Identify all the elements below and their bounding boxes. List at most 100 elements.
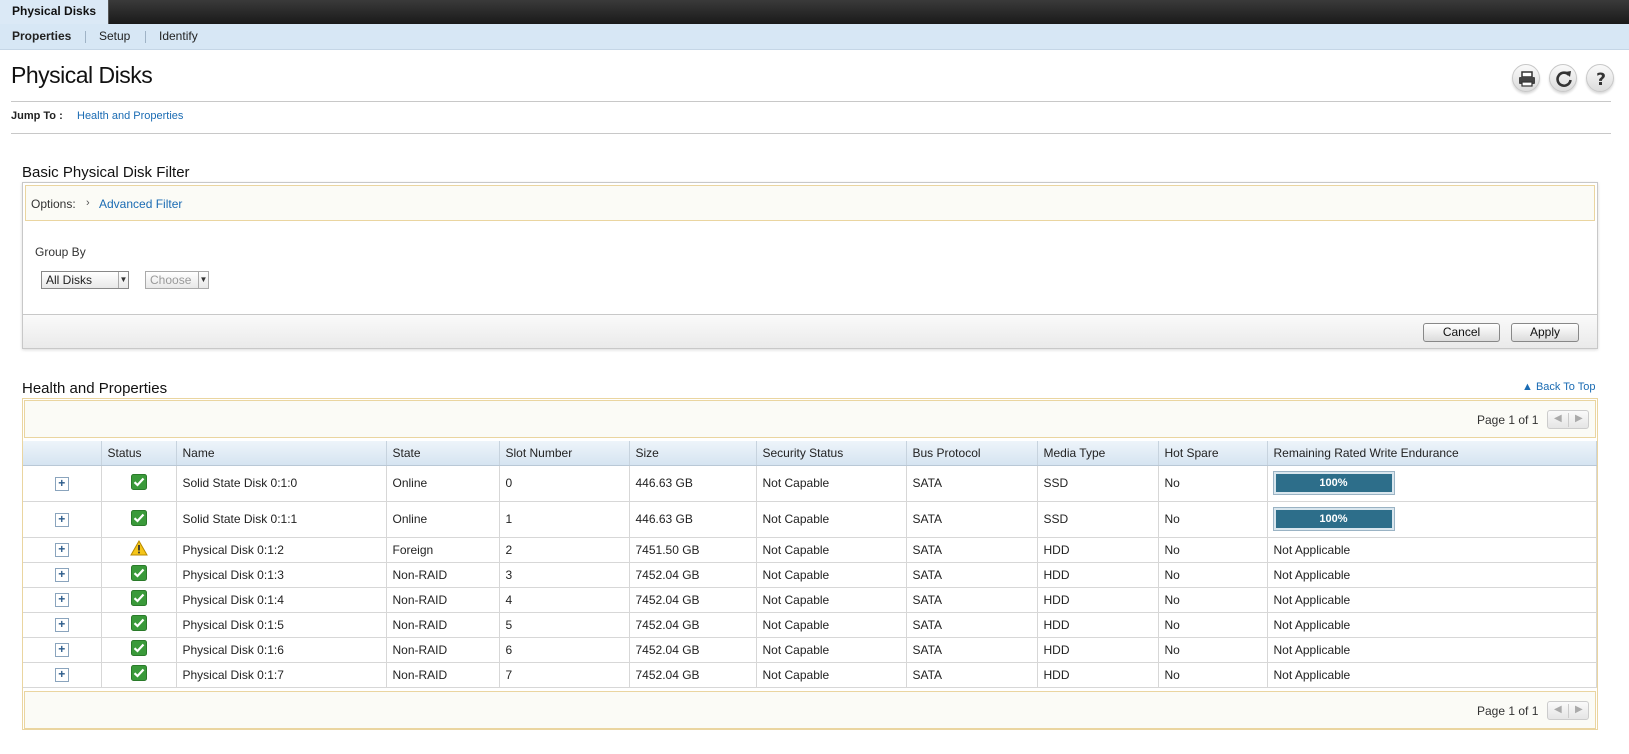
expand-icon[interactable]: +	[54, 668, 69, 682]
disk-state: Non-RAID	[386, 637, 500, 663]
column-header[interactable]: Status	[101, 441, 177, 466]
status-cell	[101, 501, 177, 538]
expand-cell: +	[23, 537, 102, 563]
hot-spare: No	[1158, 612, 1268, 638]
column-header[interactable]: Media Type	[1037, 441, 1159, 466]
column-header[interactable]: Remaining Rated Write Endurance	[1267, 441, 1597, 466]
svg-text:?: ?	[1596, 70, 1606, 89]
bus-protocol: SATA	[906, 562, 1038, 588]
disk-size: 446.63 GB	[629, 501, 757, 538]
hot-spare: No	[1158, 501, 1268, 538]
back-to-top-label: Back To Top	[1535, 381, 1596, 393]
endurance-value: Not Applicable	[1267, 612, 1597, 638]
endurance-progress-bar: 100%	[1272, 471, 1395, 495]
next-page-icon[interactable]: ▶	[1575, 413, 1583, 424]
disk-state: Online	[386, 501, 500, 538]
pager-bar-top: Page 1 of 1 ◀ ▶	[24, 400, 1596, 438]
media-type: HDD	[1037, 612, 1159, 638]
subnav-divider	[85, 31, 86, 43]
disk-name: Physical Disk 0:1:2	[176, 537, 387, 563]
disk-name: Physical Disk 0:1:6	[176, 637, 387, 663]
expand-icon[interactable]: +	[54, 543, 69, 557]
hot-spare: No	[1158, 537, 1268, 563]
column-header[interactable]: Hot Spare	[1158, 441, 1268, 466]
slot-number: 4	[499, 587, 630, 613]
column-header[interactable]: Bus Protocol	[906, 441, 1038, 466]
cancel-button[interactable]: Cancel	[1423, 323, 1500, 342]
slot-number: 0	[499, 465, 630, 502]
disk-state: Non-RAID	[386, 587, 500, 613]
subnav-item-properties[interactable]: Properties	[12, 24, 71, 49]
refresh-icon[interactable]	[1549, 64, 1577, 92]
status-cell	[101, 562, 177, 588]
options-label: Options:	[31, 197, 76, 211]
media-type: HDD	[1037, 587, 1159, 613]
column-header[interactable]: Name	[176, 441, 387, 466]
column-header-expand	[23, 441, 102, 466]
disk-size: 7452.04 GB	[629, 562, 757, 588]
security-status: Not Capable	[756, 612, 907, 638]
jump-to-label: Jump To :	[11, 110, 63, 122]
column-header[interactable]: Slot Number	[499, 441, 630, 466]
column-header[interactable]: Security Status	[756, 441, 907, 466]
prev-page-icon[interactable]: ◀	[1554, 413, 1562, 424]
table-row: + Physical Disk 0:1:5 Non-RAID 5 7452.04 GB N…	[23, 612, 1597, 638]
tab-physical-disks[interactable]: Physical Disks	[0, 0, 110, 25]
security-status: Not Capable	[756, 587, 907, 613]
endurance-value: Not Applicable	[1267, 637, 1597, 663]
security-status: Not Capable	[756, 537, 907, 563]
security-status: Not Capable	[756, 465, 907, 502]
choose-select[interactable]: Choose ▼	[145, 271, 209, 289]
disk-name: Physical Disk 0:1:3	[176, 562, 387, 588]
status-warning-icon	[129, 539, 148, 559]
security-status: Not Capable	[756, 662, 907, 688]
prev-page-icon[interactable]: ◀	[1554, 704, 1562, 715]
hot-spare: No	[1158, 587, 1268, 613]
expand-icon[interactable]: +	[54, 618, 69, 632]
disk-state: Foreign	[386, 537, 500, 563]
table-row: + Physical Disk 0:1:2 Foreign 2 7451.50 GB No…	[23, 537, 1597, 563]
status-ok-icon	[130, 590, 147, 609]
expand-icon[interactable]: +	[54, 512, 69, 527]
subnav-item-setup[interactable]: Setup	[99, 24, 130, 49]
table-header-row: Status Name State Slot Number Size Secur…	[23, 441, 1597, 466]
printer-icon[interactable]	[1512, 64, 1540, 92]
endurance-progress-bar: 100%	[1272, 507, 1395, 531]
help-icon[interactable]: ?	[1586, 64, 1614, 92]
expand-icon[interactable]: +	[54, 568, 69, 582]
table-row: + Physical Disk 0:1:7 Non-RAID 7 7452.04 GB N…	[23, 662, 1597, 688]
status-cell	[101, 465, 177, 502]
apply-button[interactable]: Apply	[1511, 323, 1579, 342]
disk-name: Physical Disk 0:1:7	[176, 662, 387, 688]
status-cell	[101, 587, 177, 613]
column-header[interactable]: Size	[629, 441, 757, 466]
bus-protocol: SATA	[906, 637, 1038, 663]
bus-protocol: SATA	[906, 587, 1038, 613]
expand-icon[interactable]: +	[54, 643, 69, 657]
advanced-filter-link[interactable]: Advanced Filter	[99, 197, 182, 211]
security-status: Not Capable	[756, 562, 907, 588]
status-ok-icon	[130, 509, 147, 529]
media-type: HDD	[1037, 662, 1159, 688]
table-row: + Physical Disk 0:1:6 Non-RAID 6 7452.04 GB N…	[23, 637, 1597, 663]
status-ok-icon	[130, 565, 147, 584]
group-by-select[interactable]: All Disks ▼	[41, 271, 129, 289]
dropdown-arrow-icon: ▼	[118, 272, 128, 288]
next-page-icon[interactable]: ▶	[1575, 704, 1583, 715]
table-row: + Physical Disk 0:1:3 Non-RAID 3 7452.04 GB N…	[23, 562, 1597, 588]
expand-cell: +	[23, 501, 102, 538]
back-to-top-link[interactable]: ▲ Back To Top	[1522, 381, 1595, 393]
group-by-label: Group By	[35, 245, 86, 259]
disk-state: Online	[386, 465, 500, 502]
jump-link-health[interactable]: Health and Properties	[77, 110, 183, 122]
column-header[interactable]: State	[386, 441, 500, 466]
hot-spare: No	[1158, 637, 1268, 663]
disk-state: Non-RAID	[386, 562, 500, 588]
subnav-item-identify[interactable]: Identify	[159, 24, 198, 49]
chevron-right-icon: ›	[86, 197, 90, 209]
expand-icon[interactable]: +	[54, 476, 69, 491]
media-type: HDD	[1037, 562, 1159, 588]
disk-size: 7452.04 GB	[629, 612, 757, 638]
expand-icon[interactable]: +	[54, 593, 69, 607]
table-row: + Solid State Disk 0:1:0 Online 0 446.63 GB N…	[23, 465, 1597, 502]
